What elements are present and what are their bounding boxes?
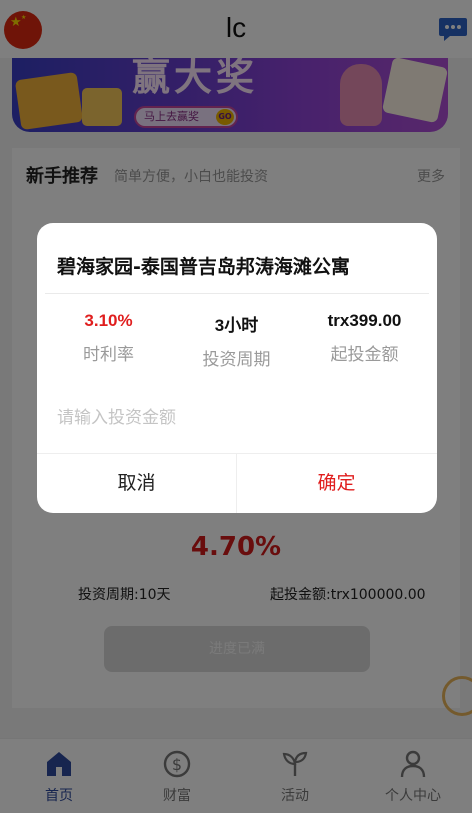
divider [45, 293, 429, 294]
amount-input[interactable] [57, 401, 417, 435]
stat-value: 3.10% [84, 311, 133, 330]
stat-value: trx399.00 [327, 311, 402, 330]
invest-dialog: 碧海家园-泰国普吉岛邦涛海滩公寓 3.10% 时利率 3小时 投资周期 trx3… [37, 223, 437, 513]
confirm-button[interactable]: 确定 [237, 454, 436, 513]
stat-value: 3小时 [214, 316, 259, 335]
dialog-title: 碧海家园-泰国普吉岛邦涛海滩公寓 [57, 256, 350, 278]
cancel-button[interactable]: 取消 [37, 454, 236, 513]
stat-label: 起投金额 [330, 345, 399, 365]
stat-rate: 3.10% 时利率 [42, 311, 175, 365]
stat-label: 投资周期 [202, 350, 271, 370]
stat-period: 3小时 投资周期 [170, 311, 303, 370]
stat-label: 时利率 [83, 345, 134, 365]
stat-min-amount: trx399.00 起投金额 [298, 311, 431, 365]
